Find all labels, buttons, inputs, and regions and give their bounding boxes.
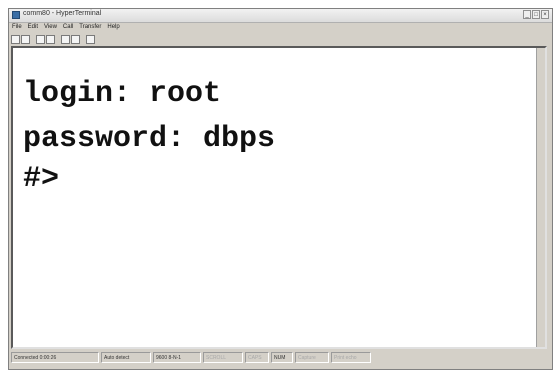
status-capture: Capture xyxy=(295,352,329,363)
menu-file[interactable]: File xyxy=(12,22,22,32)
terminal-frame: login: root password: dbps #> xyxy=(11,46,547,349)
status-print-echo: Print echo xyxy=(331,352,371,363)
title-bar[interactable]: comm80 - HyperTerminal _ □ × xyxy=(9,9,552,23)
menu-help[interactable]: Help xyxy=(107,22,119,32)
open-icon[interactable] xyxy=(21,34,30,44)
status-detect: Auto detect xyxy=(101,352,151,363)
dial-icon[interactable] xyxy=(46,34,55,44)
properties-icon[interactable] xyxy=(86,34,95,44)
menu-view[interactable]: View xyxy=(44,22,57,32)
status-scroll: SCROLL xyxy=(203,352,243,363)
status-connected: Connected 0:00:26 xyxy=(11,352,99,363)
status-settings: 9600 8-N-1 xyxy=(153,352,201,363)
send-icon[interactable] xyxy=(61,34,70,44)
menu-transfer[interactable]: Transfer xyxy=(79,22,101,32)
status-caps: CAPS xyxy=(245,352,269,363)
maximize-button[interactable]: □ xyxy=(532,10,540,19)
terminal-screen[interactable]: login: root password: dbps #> xyxy=(13,48,536,347)
hyperterminal-window: comm80 - HyperTerminal _ □ × File Edit V… xyxy=(8,8,553,370)
vertical-scrollbar[interactable] xyxy=(536,48,545,347)
new-connection-icon[interactable] xyxy=(11,34,20,44)
terminal-line: password: dbps xyxy=(23,122,276,156)
window-controls: _ □ × xyxy=(523,10,549,19)
terminal-prompt: #> xyxy=(23,162,60,196)
minimize-button[interactable]: _ xyxy=(523,10,531,19)
toolbar xyxy=(11,33,95,45)
receive-icon[interactable] xyxy=(71,34,80,44)
status-num: NUM xyxy=(271,352,293,363)
menu-edit[interactable]: Edit xyxy=(28,22,38,32)
close-button[interactable]: × xyxy=(541,10,549,19)
window-title: comm80 - HyperTerminal xyxy=(23,10,102,17)
menu-call[interactable]: Call xyxy=(63,22,73,32)
menu-bar: File Edit View Call Transfer Help xyxy=(9,22,552,32)
disconnect-icon[interactable] xyxy=(36,34,45,44)
status-bar: Connected 0:00:26 Auto detect 9600 8-N-1… xyxy=(11,352,544,363)
terminal-line: login: root xyxy=(23,77,222,111)
app-icon xyxy=(12,11,20,19)
